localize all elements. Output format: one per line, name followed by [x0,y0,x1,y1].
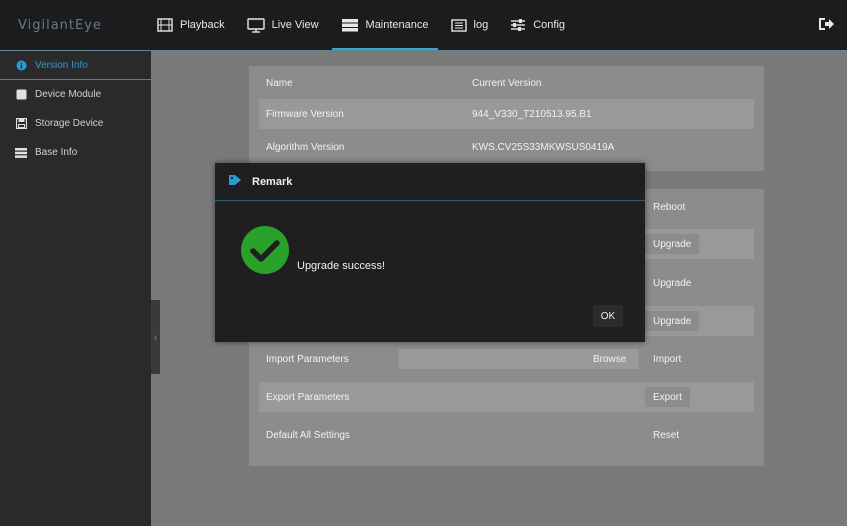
app-logo: VigilantEye [18,17,102,33]
upgrade-button[interactable]: Upgrade [645,234,700,254]
top-nav: VigilantEye Playback Live View Maintenan… [0,0,847,50]
square-icon [15,89,27,101]
nav-live-view-label: Live View [271,19,319,31]
import-button[interactable]: Import [645,349,690,369]
tag-icon [228,174,242,189]
version-header-row: Name Current Version [259,68,754,98]
dialog-message: Upgrade success! [297,260,386,272]
column-header-version: Current Version [472,77,542,89]
browse-button[interactable]: Browse [585,349,634,369]
sidebar: Version Info Device Module Storage Devic… [0,51,151,526]
dialog-header: Remark [215,163,645,201]
default-settings-label: Default All Settings [266,429,350,441]
table-row: Algorithm Version KWS.CV25S33MKWSUS0419A [259,132,754,162]
export-parameters-label: Export Parameters [266,391,350,403]
column-header-name: Name [266,77,293,89]
list-icon [15,147,27,159]
dialog-body: Upgrade success! OK [215,201,645,341]
nav-maintenance[interactable]: Maintenance [330,0,440,50]
sidebar-item-label: Device Module [35,89,102,100]
import-row: Import Parameters Browse Import [259,344,754,374]
success-check-icon [240,225,290,278]
row-name: Firmware Version [266,108,344,120]
logout-icon[interactable] [817,16,835,35]
info-icon [15,59,27,71]
row-name: Algorithm Version [266,141,345,153]
sliders-icon [510,18,526,32]
sidebar-item-label: Storage Device [35,118,104,129]
chevron-left-icon: ‹ [154,332,157,342]
list-icon [450,18,467,32]
sidebar-item-label: Version Info [35,59,88,71]
sidebar-item-version-info[interactable]: Version Info [0,51,151,80]
dialog-title: Remark [252,175,293,188]
import-parameters-label: Import Parameters [266,353,349,365]
sidebar-item-storage-device[interactable]: Storage Device [0,109,151,138]
nav-maintenance-label: Maintenance [365,19,429,31]
reset-row: Default All Settings Reset [259,420,754,450]
upgrade-button[interactable]: Upgrade [645,311,700,331]
remark-dialog: Remark Upgrade success! OK [215,163,645,342]
reset-button[interactable]: Reset [645,425,688,445]
ok-button[interactable]: OK [593,305,623,327]
nav-config-label: Config [533,19,566,31]
nav-live-view[interactable]: Live View [236,0,330,50]
nav-config[interactable]: Config [499,0,576,50]
upgrade-button[interactable]: Upgrade [645,273,700,293]
nav-log[interactable]: log [440,0,500,50]
export-button[interactable]: Export [645,387,690,407]
nav-log-label: log [473,19,489,31]
version-panel: Name Current Version Firmware Version 94… [249,66,764,171]
row-value: 944_V330_T210513.95.B1 [472,108,592,120]
server-icon [341,18,359,32]
table-row: Firmware Version 944_V330_T210513.95.B1 [259,99,754,129]
export-row: Export Parameters Export [259,382,754,412]
sidebar-item-base-info[interactable]: Base Info [0,138,151,167]
sidebar-collapse-handle[interactable]: ‹ [151,300,160,374]
monitor-icon [246,17,265,33]
sidebar-item-label: Base Info [35,147,78,158]
nav-playback-label: Playback [180,19,225,31]
reboot-button[interactable]: Reboot [645,197,694,217]
row-value: KWS.CV25S33MKWSUS0419A [472,141,615,153]
film-icon [157,18,173,32]
nav-playback[interactable]: Playback [146,0,236,50]
floppy-icon [15,118,27,130]
sidebar-item-device-module[interactable]: Device Module [0,80,151,109]
